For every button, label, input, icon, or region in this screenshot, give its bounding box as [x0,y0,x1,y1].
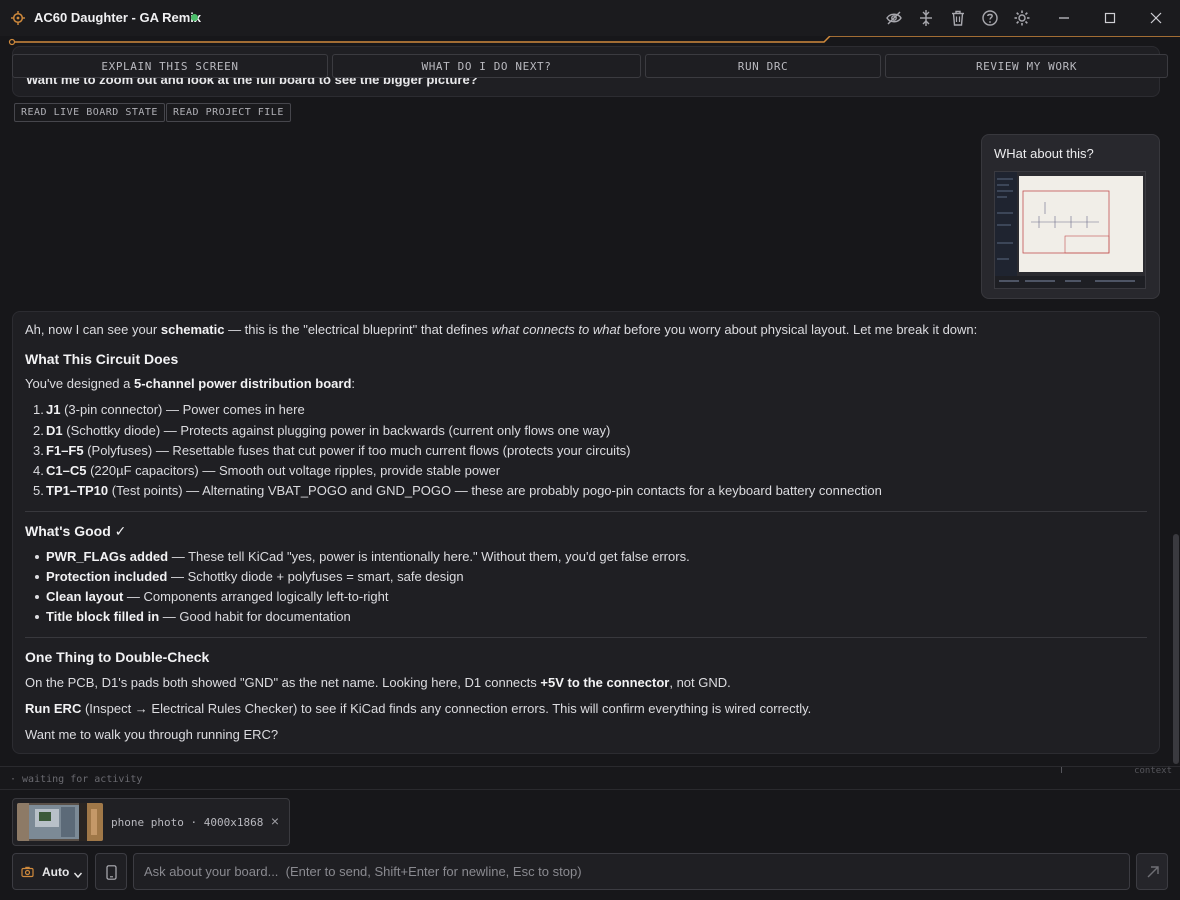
trash-icon[interactable] [949,9,967,27]
double-check-paragraph: On the PCB, D1's pads both showed "GND" … [25,675,731,690]
target-logo-icon [11,11,25,25]
user-message-text: WHat about this? [994,146,1094,161]
title-bar: AC60 Daughter - GA Remix [0,0,1180,36]
list-number: 3. [33,443,44,458]
context-marker [1061,767,1062,773]
chat-scroll-region[interactable]: Want me to zoom out and look at the full… [0,46,1180,766]
chat-input[interactable] [133,853,1130,890]
list-number: 4. [33,463,44,478]
activity-status-bar: · waiting for activity context [0,766,1180,790]
run-erc-paragraph: Run ERC (Inspect → Electrical Rules Chec… [25,701,812,716]
divider [25,637,1147,638]
what-next-button[interactable]: WHAT DO I DO NEXT? [332,54,641,78]
camera-icon [21,865,34,878]
section-lead-text: You've designed a 5-channel power distri… [25,376,356,391]
send-arrow-icon [1147,866,1159,878]
bullet [35,615,39,619]
bullet [35,555,39,559]
window-title: AC60 Daughter - GA Remix [34,10,202,25]
activity-progress-line [8,36,1180,46]
bullet [35,575,39,579]
chat-scrollbar[interactable] [1173,534,1179,764]
collapse-icon[interactable] [917,9,935,27]
assistant-intro: Ah, now I can see your schematic — this … [25,322,978,337]
divider [25,511,1147,512]
list-item: TP1–TP10 (Test points) — Alternating VBA… [46,483,882,498]
activity-status-text: · waiting for activity [10,774,143,785]
list-number: 1. [33,402,44,417]
list-item: C1–C5 (220µF capacitors) — Smooth out vo… [46,463,501,478]
attachment-chip: phone photo · 4000x1868 × [12,798,290,846]
explain-screen-button[interactable]: EXPLAIN THIS SCREEN [12,54,328,78]
review-work-button[interactable]: REVIEW MY WORK [885,54,1168,78]
list-item: Protection included — Schottky diode + p… [46,569,464,584]
assistant-message-card: Ah, now I can see your schematic — this … [12,311,1160,754]
chevron-down-icon [73,867,83,879]
list-item: PWR_FLAGs added — These tell KiCad "yes,… [46,549,690,564]
list-item: D1 (Schottky diode) — Protects against p… [46,423,611,438]
run-drc-button[interactable]: RUN DRC [645,54,881,78]
connection-status-dot [191,14,198,21]
read-project-file-button[interactable]: READ PROJECT FILE [166,103,291,122]
phone-capture-button[interactable] [95,853,127,890]
user-screenshot-thumbnail[interactable] [994,171,1146,289]
help-icon[interactable] [981,9,999,27]
section-heading-double-check: One Thing to Double-Check [25,649,210,665]
settings-icon[interactable] [1013,9,1031,27]
closing-question: Want me to walk you through running ERC? [25,727,279,742]
close-window-button[interactable] [1133,0,1179,36]
minimize-button[interactable] [1041,0,1087,36]
phone-icon [106,865,117,880]
send-button[interactable] [1136,853,1168,890]
list-number: 5. [33,483,44,498]
list-item: Title block filled in — Good habit for d… [46,609,351,624]
maximize-button[interactable] [1087,0,1133,36]
list-item: Clean layout — Components arranged logic… [46,589,389,604]
eye-off-icon[interactable] [885,9,903,27]
list-item: F1–F5 (Polyfuses) — Resettable fuses tha… [46,443,631,458]
capture-mode-select[interactable]: Auto [12,853,88,890]
user-message-bubble: WHat about this? [981,134,1160,299]
section-heading-good: What's Good ✓ [25,523,127,539]
section-heading-circuit: What This Circuit Does [25,351,179,367]
attachment-label: phone photo · 4000x1868 [111,816,264,829]
context-label: context [1134,766,1172,776]
list-number: 2. [33,423,44,438]
bullet [35,595,39,599]
capture-mode-value: Auto [42,865,70,879]
remove-attachment-button[interactable]: × [268,813,282,831]
read-live-board-state-button[interactable]: READ LIVE BOARD STATE [14,103,165,122]
attachment-thumbnail [17,803,103,841]
list-item: J1 (3-pin connector) — Power comes in he… [46,402,305,417]
